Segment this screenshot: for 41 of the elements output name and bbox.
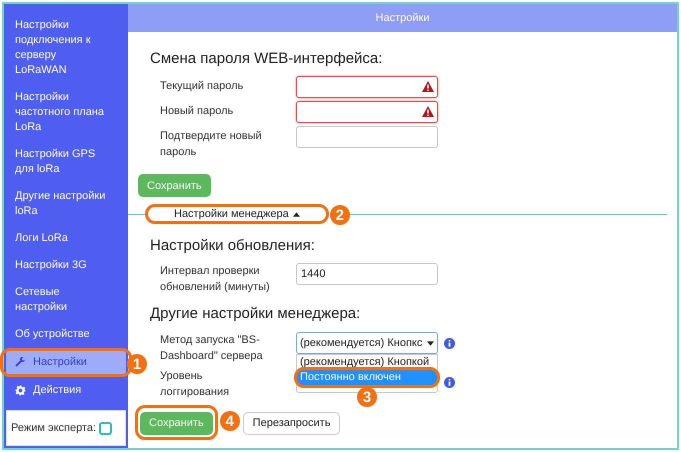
dropdown-option[interactable]: (рекомендуется) Кнопкой: [297, 355, 437, 370]
field-label: Новый пароль: [160, 104, 234, 118]
interval-field[interactable]: 1440: [296, 262, 438, 285]
section-title: Смена пароля WEB-интерфейса:: [149, 49, 384, 69]
callout-badge: 4: [220, 411, 240, 432]
field-label: Интервал проверки обновлений (минуты): [160, 264, 271, 295]
expert-mode-checkbox[interactable]: [99, 422, 112, 434]
sidebar-item[interactable]: Об устройстве: [6, 321, 126, 348]
dropdown-option[interactable]: Постоянно включен: [297, 370, 437, 386]
password-field[interactable]: [296, 126, 438, 148]
sidebar-item[interactable]: Настройки 3G: [6, 252, 126, 279]
expert-mode-label: Режим эксперта:: [11, 420, 96, 436]
gear-icon: [15, 385, 26, 396]
field-label: Уровень логгирования: [160, 369, 230, 400]
wrench-icon: [15, 357, 26, 368]
password-field[interactable]: [296, 76, 438, 98]
refresh-button[interactable]: Перезапросить: [242, 412, 340, 435]
field-label: Метод запуска "BS-Dashboard" сервера: [160, 333, 264, 364]
password-field[interactable]: [296, 100, 438, 122]
dropdown-caret-icon: [427, 340, 434, 346]
warning-icon: [422, 81, 434, 92]
callout-badge: 3: [357, 387, 377, 408]
header-title: Настройки: [376, 10, 430, 26]
triangle-icon: [292, 212, 300, 217]
sidebar-item[interactable]: Настройки подключения к серверу LoRaWAN: [6, 12, 126, 84]
callout-badge: 1: [127, 354, 147, 374]
sidebar-item[interactable]: Настройки GPS для loRa: [6, 141, 126, 183]
section-title: Настройки обновления:: [149, 236, 316, 256]
warning-icon: [422, 106, 434, 117]
sidebar-item[interactable]: Сетевые настройки: [6, 279, 126, 321]
info-icon[interactable]: [444, 376, 455, 388]
sidebar-item[interactable]: Логи LoRa: [6, 225, 126, 252]
info-icon[interactable]: [444, 338, 455, 349]
launch-method-select[interactable]: (рекомендуется) Кнопкс: [296, 332, 438, 354]
sidebar-item[interactable]: Настройки частотного плана LoRa: [6, 84, 126, 141]
field-label: Текущий пароль: [160, 78, 244, 94]
sidebar-item[interactable]: Действия: [6, 377, 126, 404]
sidebar-item[interactable]: Другие настройки loRa: [6, 183, 126, 225]
field-label: Подтвердите новый пароль: [160, 128, 263, 160]
callout-badge: 2: [330, 205, 350, 226]
section-title: Другие настройки менеджера:: [149, 304, 362, 324]
